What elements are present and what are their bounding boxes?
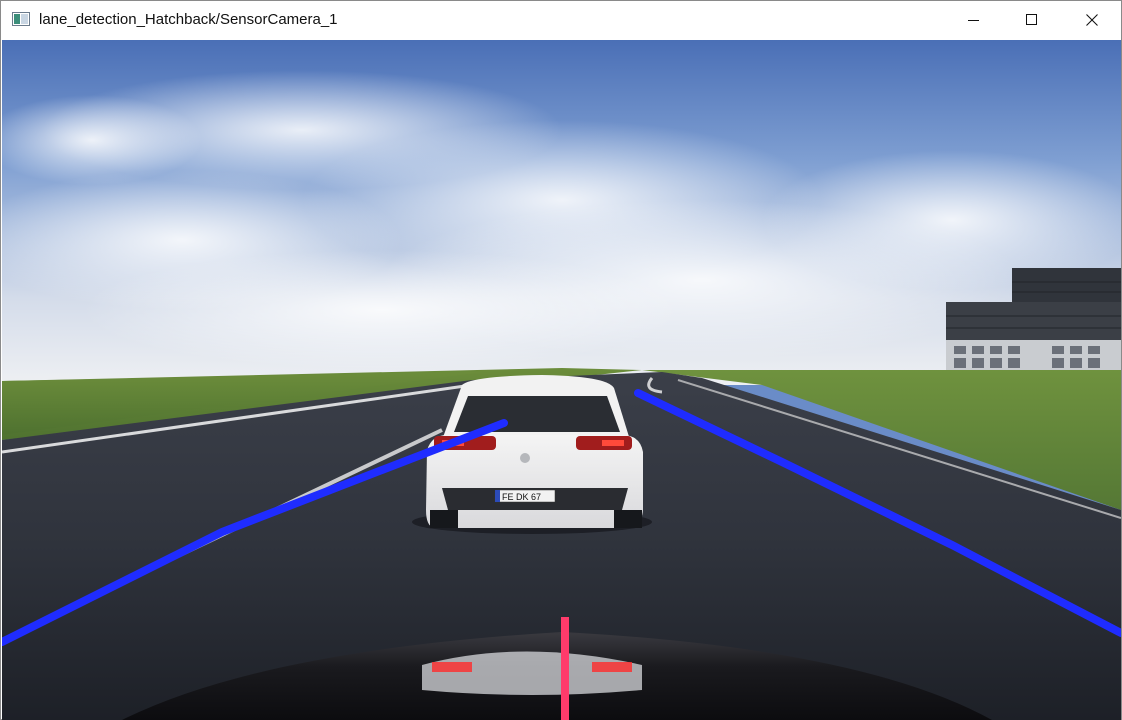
- close-button[interactable]: [1063, 1, 1121, 39]
- close-icon: [1086, 14, 1098, 26]
- minimize-icon: [968, 20, 979, 21]
- image-window-icon: [12, 12, 30, 26]
- window-title: lane_detection_Hatchback/SensorCamera_1: [39, 11, 338, 28]
- app-window: lane_detection_Hatchback/SensorCamera_1: [0, 0, 1122, 720]
- camera-viewport: FE DK 67: [2, 40, 1121, 720]
- title-bar[interactable]: lane_detection_Hatchback/SensorCamera_1: [1, 1, 1121, 39]
- maximize-button[interactable]: [1003, 1, 1061, 39]
- maximize-icon: [1026, 14, 1037, 25]
- license-plate: FE DK 67: [502, 492, 541, 502]
- minimize-button[interactable]: [945, 1, 1003, 39]
